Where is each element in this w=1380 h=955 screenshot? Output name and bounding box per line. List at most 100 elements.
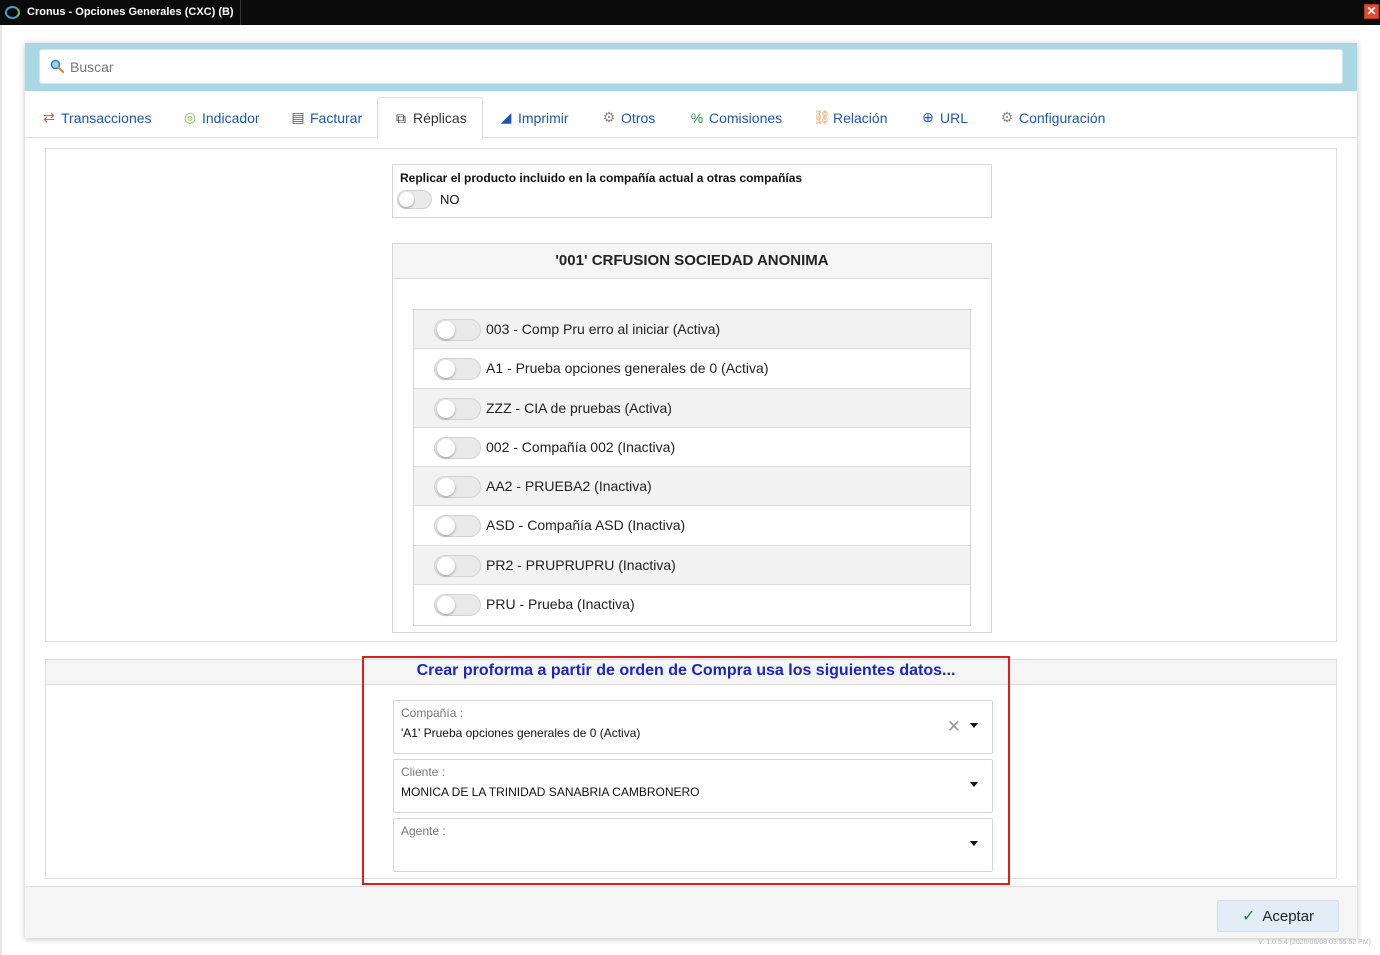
company-label: ZZZ - CIA de pruebas (Activa) [486, 399, 672, 416]
company-toggle[interactable] [434, 436, 481, 459]
accept-button[interactable]: ✓ Aceptar [1217, 900, 1339, 932]
document-icon: ▤ [291, 109, 305, 125]
target-icon: ◎ [183, 109, 197, 125]
toggle-knob [437, 438, 455, 457]
copy-icon: ⧉ [396, 109, 406, 126]
tab-configuracion[interactable]: ⚙ Configuración [999, 97, 1106, 138]
tab-otros[interactable]: ⚙ Otros [601, 97, 656, 138]
company-label: PRU - Prueba (Inactiva) [486, 596, 635, 613]
options-dialog: ⇄ Transacciones ◎ Indicador ▤ Facturar ⧉… [25, 43, 1357, 938]
close-window-button[interactable]: ✕ [1364, 4, 1379, 19]
search-box[interactable] [39, 49, 1343, 84]
accept-label: Aceptar [1262, 907, 1315, 925]
title-divider [240, 0, 241, 25]
version-label: V. 1.0.5.4 (2026/08/08 03:55:52 PM) [1258, 939, 1371, 946]
window-border [0, 25, 2, 955]
gear-icon: ⚙ [1000, 109, 1014, 125]
agent-select-label: Agente : [401, 824, 446, 838]
toggle-knob [437, 556, 455, 575]
company-list: 003 - Comp Pru erro al iniciar (Activa) … [413, 309, 971, 626]
list-item: AA2 - PRUEBA2 (Inactiva) [414, 467, 970, 507]
tab-label: Imprimir [518, 109, 569, 126]
list-item: ZZZ - CIA de pruebas (Activa) [414, 388, 970, 428]
list-item: PR2 - PRUPRUPRU (Inactiva) [414, 545, 970, 586]
client-select-value: MONICA DE LA TRINIDAD SANABRIA CAMBRONER… [401, 785, 700, 799]
company-toggle[interactable] [434, 397, 481, 420]
check-icon: ✓ [1241, 908, 1256, 925]
gears-icon: ⚙ [602, 109, 616, 125]
replicas-panel: Replicar el producto incluido en la comp… [45, 148, 1337, 642]
tab-transacciones[interactable]: ⇄ Transacciones [41, 97, 152, 138]
proforma-highlight: Crear proforma a partir de orden de Comp… [362, 656, 1010, 885]
tab-facturar[interactable]: ▤ Facturar [290, 97, 362, 138]
toggle-knob [437, 360, 455, 379]
chevron-down-icon[interactable] [970, 841, 978, 846]
toggle-knob [437, 399, 455, 418]
app-logo-icon [5, 6, 20, 19]
search-bar [25, 43, 1357, 91]
link-icon: ⛓ [813, 109, 831, 125]
chevron-down-icon[interactable] [970, 782, 978, 787]
company-label: AA2 - PRUEBA2 (Inactiva) [486, 478, 652, 495]
company-toggle[interactable] [434, 358, 481, 381]
tab-label: URL [940, 109, 969, 126]
title-bar: Cronus - Opciones Generales (CXC) (B) ✕ [0, 0, 1380, 25]
exchange-arrows-icon: ⇄ [43, 109, 55, 125]
client-select[interactable]: Cliente : MONICA DE LA TRINIDAD SANABRIA… [393, 759, 993, 813]
company-toggle[interactable] [434, 515, 481, 538]
proforma-title: Crear proforma a partir de orden de Comp… [416, 662, 956, 679]
clear-icon[interactable]: ✕ [947, 717, 961, 737]
agent-select[interactable]: Agente : [393, 818, 993, 872]
tab-label: Configuración [1019, 109, 1106, 126]
replicate-label: Replicar el producto incluido en la comp… [400, 171, 803, 185]
tab-label: Otros [621, 109, 656, 126]
search-icon [50, 59, 64, 73]
tab-label: Transacciones [61, 109, 152, 126]
company-toggle[interactable] [434, 319, 481, 341]
company-toggle[interactable] [434, 476, 481, 499]
toggle-knob [399, 192, 414, 207]
list-item: PRU - Prueba (Inactiva) [414, 585, 970, 624]
tab-bar: ⇄ Transacciones ◎ Indicador ▤ Facturar ⧉… [25, 97, 1357, 139]
toggle-knob [437, 517, 455, 536]
list-item: A1 - Prueba opciones generales de 0 (Act… [414, 349, 970, 389]
company-select-value: 'A1' Prueba opciones generales de 0 (Act… [401, 726, 641, 740]
search-input[interactable] [70, 50, 1330, 83]
tab-label: Indicador [202, 109, 260, 126]
replicate-value: NO [440, 192, 460, 207]
toggle-knob [437, 596, 455, 615]
tab-replicas[interactable]: ⧉ Réplicas [377, 97, 483, 139]
company-group: '001' CRFUSION SOCIEDAD ANONIMA 003 - Co… [392, 243, 992, 633]
tab-label: Relación [833, 109, 888, 126]
company-toggle[interactable] [434, 554, 481, 577]
tab-relacion[interactable]: ⛓ Relación [813, 97, 887, 138]
company-label: ASD - Compañía ASD (Inactiva) [486, 517, 686, 534]
company-group-title: '001' CRFUSION SOCIEDAD ANONIMA [393, 244, 991, 279]
company-toggle[interactable] [434, 594, 481, 617]
globe-icon: ⊕ [922, 109, 934, 125]
toggle-knob [437, 321, 455, 339]
list-item: 002 - Compañía 002 (Inactiva) [414, 428, 970, 468]
tab-imprimir[interactable]: ◢ Imprimir [498, 97, 569, 138]
tab-label: Réplicas [413, 110, 467, 126]
tab-label: Comisiones [709, 109, 783, 126]
replicate-option: Replicar el producto incluido en la comp… [392, 164, 992, 218]
list-item: 003 - Comp Pru erro al iniciar (Activa) [414, 310, 970, 350]
tab-label: Facturar [310, 109, 363, 126]
window-title: Cronus - Opciones Generales (CXC) (B) [27, 6, 234, 18]
dialog-footer: ✓ Aceptar [25, 886, 1357, 938]
chevron-down-icon[interactable] [970, 723, 978, 728]
company-label: A1 - Prueba opciones generales de 0 (Act… [486, 360, 769, 377]
chart-icon: ◢ [500, 109, 512, 125]
tab-comisiones[interactable]: % Comisiones [689, 97, 782, 138]
replicate-toggle[interactable] [397, 190, 432, 209]
list-item: ASD - Compañía ASD (Inactiva) [414, 506, 970, 546]
company-label: 003 - Comp Pru erro al iniciar (Activa) [486, 321, 721, 337]
tab-indicador[interactable]: ◎ Indicador [182, 97, 260, 138]
company-select-label: Compañía : [401, 706, 464, 720]
company-select[interactable]: Compañía : 'A1' Prueba opciones generale… [393, 700, 993, 754]
tab-url[interactable]: ⊕ URL [920, 97, 968, 138]
client-select-label: Cliente : [401, 765, 446, 779]
company-label: 002 - Compañía 002 (Inactiva) [486, 438, 676, 455]
toggle-knob [437, 478, 455, 497]
